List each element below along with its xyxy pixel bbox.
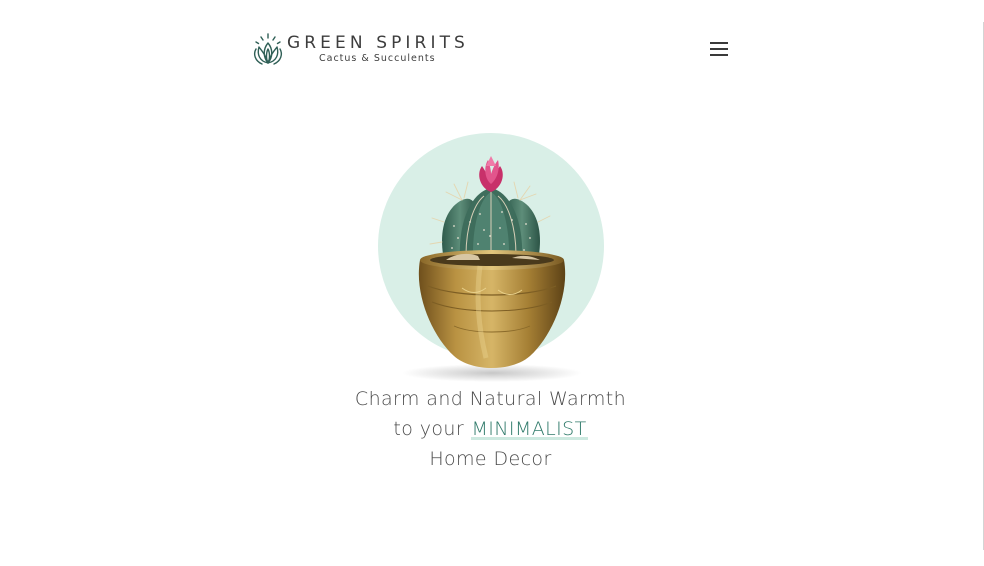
brand-tagline: Cactus & Succulents <box>319 52 436 64</box>
brand-name: GREEN SPIRITS <box>287 32 469 53</box>
headline-line-2-prefix: to your <box>393 418 465 440</box>
lotus-logo-icon <box>253 33 283 65</box>
hamburger-menu-icon-bar <box>710 54 728 56</box>
brand-logo-link[interactable]: GREEN SPIRITS Cactus & Succulents <box>252 32 469 66</box>
brass-pot <box>418 250 566 368</box>
hamburger-menu-button[interactable] <box>708 40 730 58</box>
hero-headline: Charm and Natural Warmth to your MINIMAL… <box>0 384 981 474</box>
hamburger-menu-icon-bar <box>710 48 728 50</box>
landing-page: GREEN SPIRITS Cactus & Succulents Charm … <box>0 0 984 566</box>
logo-text: GREEN SPIRITS Cactus & Succulents <box>287 32 469 65</box>
headline-line-3: Home Decor <box>429 448 552 470</box>
headline-highlight-word: MINIMALIST <box>470 418 588 440</box>
headline-line-2: to your MINIMALIST <box>0 414 981 444</box>
hamburger-menu-icon <box>710 42 728 44</box>
cactus-in-brass-pot-illustration <box>378 133 604 382</box>
headline-line-1: Charm and Natural Warmth <box>354 388 627 410</box>
